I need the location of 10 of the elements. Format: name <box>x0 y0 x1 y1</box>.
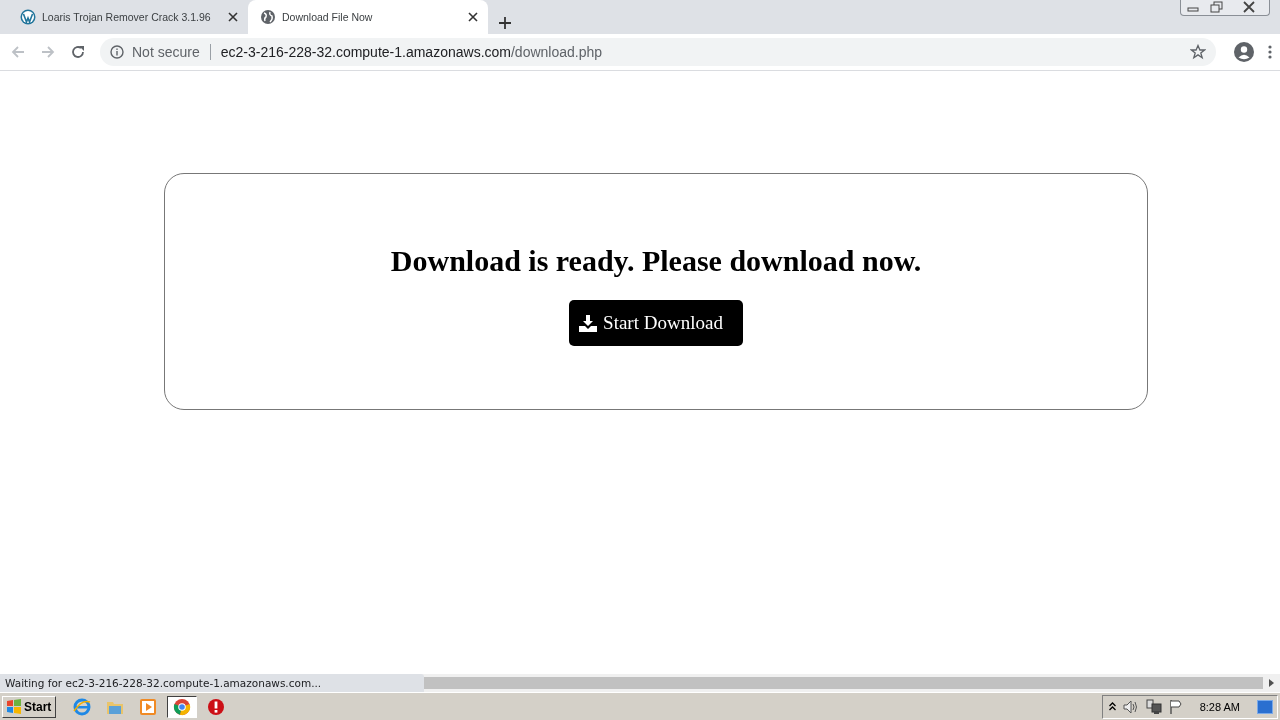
start-download-button[interactable]: Start Download <box>569 300 743 346</box>
security-label: Not secure <box>132 44 200 60</box>
address-bar[interactable]: Not secure ec2-3-216-228-32.compute-1.amazonaws.com/download.php <box>100 38 1216 66</box>
clock-text: 8:28 AM <box>1199 700 1240 713</box>
status-text: Waiting for ec2-3-216-228-32.compute-1.amazonaws.com... <box>0 674 424 692</box>
browser-tab[interactable]: Download File Now <box>248 0 488 34</box>
start-button[interactable]: Start <box>2 695 57 718</box>
page-heading: Download is ready. Please download now. <box>390 244 922 278</box>
url-text: ec2-3-216-228-32.compute-1.amazonaws.com/download.php <box>220 44 604 60</box>
browser-tab[interactable]: Loaris Trojan Remover Crack 3.1.96 <box>8 0 248 34</box>
